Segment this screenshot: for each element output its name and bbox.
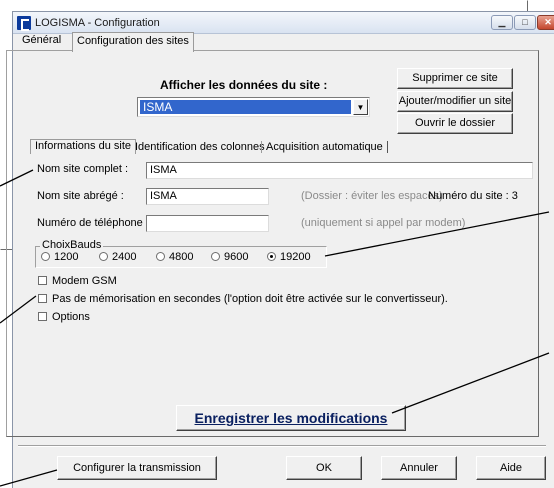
phone-input[interactable] — [146, 215, 269, 232]
baud-radio-1200[interactable]: 1200 — [41, 251, 78, 263]
baud-radio-2400[interactable]: 2400 — [99, 251, 136, 263]
tab-column-identification[interactable]: Identification des colonnes — [131, 141, 265, 153]
footer-separator — [18, 445, 546, 447]
no-memory-checkbox[interactable]: Pas de mémorisation en secondes (l'optio… — [38, 293, 448, 305]
checkbox-icon — [38, 312, 47, 321]
close-button[interactable]: ✕ — [537, 15, 554, 30]
phone-label: Numéro de téléphone : — [37, 217, 149, 229]
phone-hint: (uniquement si appel par modem) — [301, 217, 466, 229]
baud-radio-9600[interactable]: 9600 — [211, 251, 248, 263]
radio-icon — [211, 252, 220, 261]
title-bar: LOGISMA - Configuration ▁ □ ✕ — [13, 12, 554, 34]
tab-configuration-sites[interactable]: Configuration des sites — [72, 32, 194, 52]
site-heading: Afficher les données du site : — [160, 78, 328, 92]
full-name-label: Nom site complet : — [37, 163, 129, 175]
checkbox-icon — [38, 276, 47, 285]
site-number: Numéro du site : 3 — [428, 190, 518, 202]
window-title: LOGISMA - Configuration — [35, 17, 160, 29]
minimize-button[interactable]: ▁ — [491, 15, 513, 30]
site-select[interactable]: ISMA ▼ — [137, 97, 370, 117]
open-folder-button[interactable]: Ouvrir le dossier — [397, 113, 513, 134]
tab-automatic-acquisition[interactable]: Acquisition automatique — [261, 141, 388, 153]
modem-gsm-checkbox[interactable]: Modem GSM — [38, 275, 117, 287]
logisma-app-icon — [17, 16, 31, 31]
short-name-label: Nom site abrégé : — [37, 190, 124, 202]
ok-button[interactable]: OK — [286, 456, 362, 480]
radio-icon — [156, 252, 165, 261]
configure-transmission-button[interactable]: Configurer la transmission — [57, 456, 217, 480]
chevron-down-icon[interactable]: ▼ — [353, 99, 368, 115]
save-changes-button[interactable]: Enregistrer les modifications — [176, 405, 406, 431]
radio-icon — [41, 252, 50, 261]
baud-radio-4800[interactable]: 4800 — [156, 251, 193, 263]
add-modify-site-button[interactable]: Ajouter/modifier un site — [397, 91, 513, 112]
delete-site-button[interactable]: Supprimer ce site — [397, 68, 513, 89]
save-label: Enregistrer les modifications — [194, 410, 388, 426]
tab-site-info[interactable]: Informations du site — [30, 139, 136, 154]
radio-icon — [99, 252, 108, 261]
baud-radio-19200[interactable]: 19200 — [267, 251, 311, 263]
cancel-button[interactable]: Annuler — [381, 456, 457, 480]
checkbox-icon — [38, 294, 47, 303]
site-select-value: ISMA — [140, 100, 351, 114]
tab-general[interactable]: Général — [18, 32, 65, 50]
radio-selected-icon — [267, 252, 276, 261]
short-name-hint: (Dossier : éviter les espaces) — [301, 190, 443, 202]
bauds-label: ChoixBauds — [40, 239, 104, 251]
full-name-input[interactable]: ISMA — [146, 162, 533, 179]
maximize-button[interactable]: □ — [514, 15, 536, 30]
options-checkbox[interactable]: Options — [38, 311, 90, 323]
short-name-input[interactable]: ISMA — [146, 188, 269, 205]
help-button[interactable]: Aide — [476, 456, 546, 480]
